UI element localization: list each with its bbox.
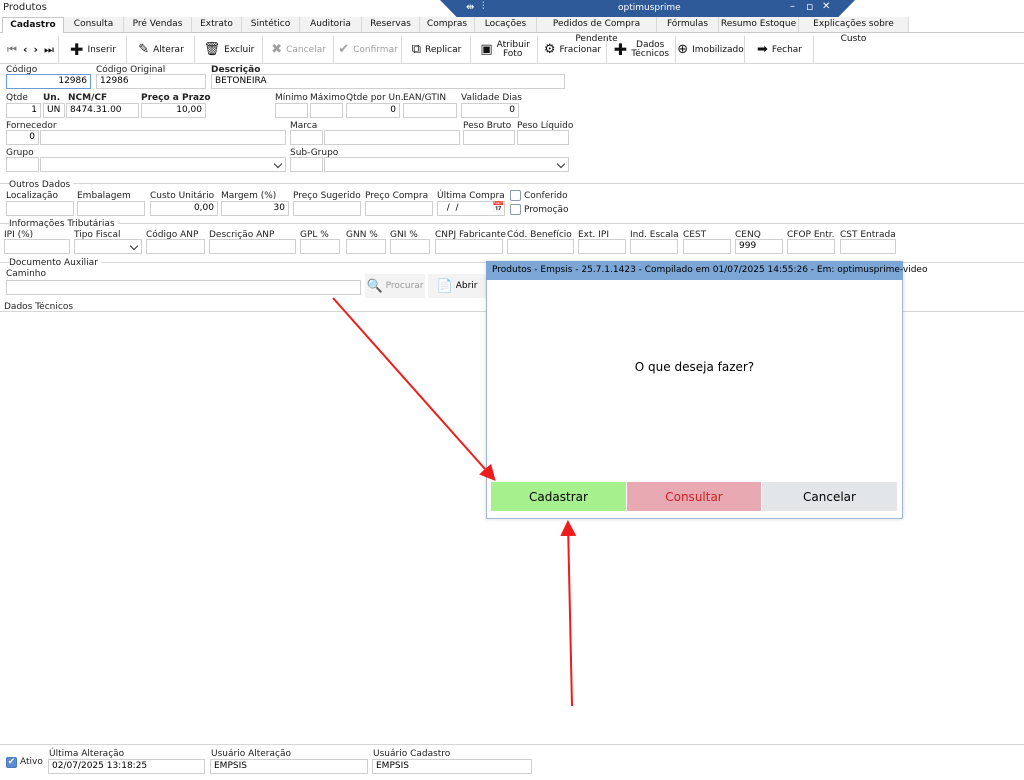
annotation-arrows <box>332 297 577 707</box>
arrow-2 <box>560 520 577 707</box>
arrow-1 <box>332 297 496 481</box>
